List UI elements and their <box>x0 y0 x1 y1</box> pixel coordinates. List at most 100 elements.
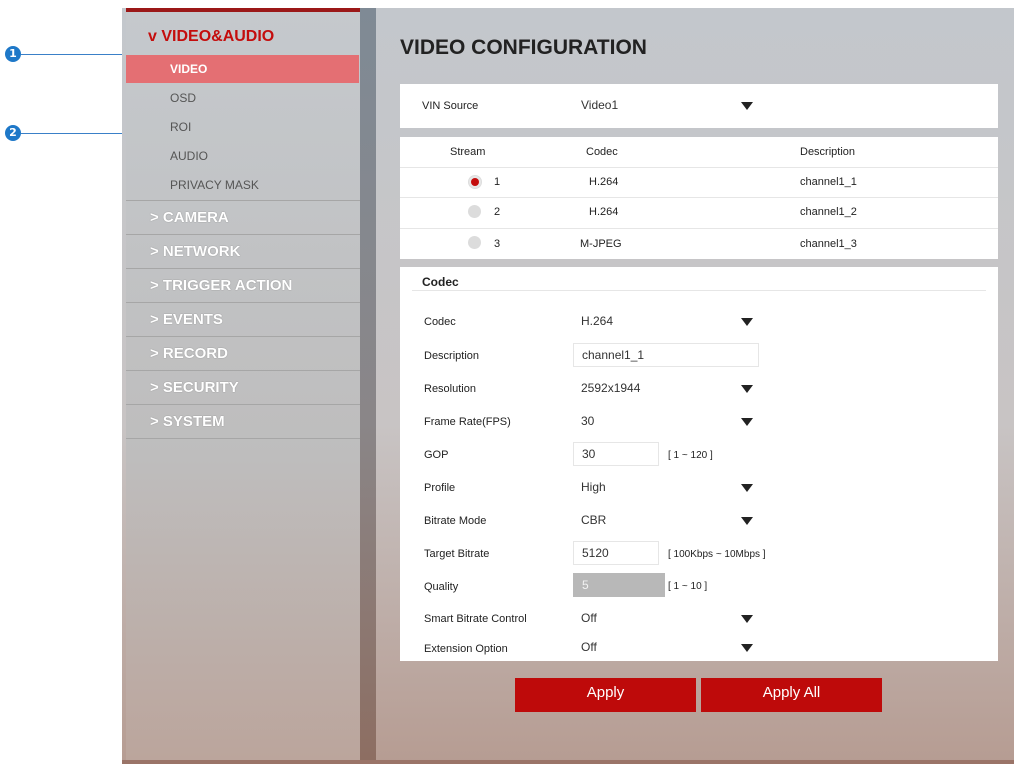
stream-codec: M-JPEG <box>580 238 622 250</box>
profile-label: Profile <box>424 482 456 494</box>
sidebar-item-label: PRIVACY MASK <box>170 178 259 192</box>
sidebar-section-camera[interactable]: > CAMERA <box>126 200 360 234</box>
sidebar-item-osd[interactable]: OSD <box>126 84 359 112</box>
vin-source-select[interactable]: Video1 <box>573 94 759 116</box>
sidebar-section-record[interactable]: > RECORD <box>126 336 360 370</box>
stream-description: channel1_2 <box>800 206 857 218</box>
stream-codec: H.264 <box>589 176 619 188</box>
description-label: Description <box>424 350 480 362</box>
extension-option-label: Extension Option <box>424 643 508 655</box>
target-bitrate-input[interactable]: 5120 <box>573 541 659 565</box>
quality-label: Quality <box>424 581 459 593</box>
quality-input[interactable]: 5 <box>573 573 665 597</box>
resolution-value: 2592x1944 <box>581 381 641 395</box>
stream-radio-3[interactable] <box>468 236 481 249</box>
stream-radio-1[interactable] <box>468 175 482 189</box>
extension-option-value: Off <box>581 640 597 654</box>
stream-codec: H.264 <box>589 206 619 218</box>
sidebar-item-roi[interactable]: ROI <box>126 113 359 141</box>
apply-button[interactable]: Apply <box>515 678 696 712</box>
sidebar-section-security[interactable]: > SECURITY <box>126 370 360 404</box>
description-header: Description <box>800 146 856 158</box>
chevron-down-icon <box>741 517 753 525</box>
sidebar-item-audio[interactable]: AUDIO <box>126 142 359 170</box>
app-window: v VIDEO&AUDIO VIDEO OSD ROI AUDIO PRIVAC… <box>122 8 1014 764</box>
sidebar-item-video[interactable]: VIDEO <box>126 55 359 83</box>
sidebar-section-events[interactable]: > EVENTS <box>126 302 360 336</box>
sidebar-section-label: > NETWORK <box>150 243 241 260</box>
codec-value: H.264 <box>581 314 614 328</box>
sidebar-top-bar <box>126 8 360 12</box>
smart-bitrate-select[interactable]: Off <box>573 607 759 629</box>
sidebar-item-label: ROI <box>170 120 192 134</box>
sidebar-item-label: OSD <box>170 91 197 105</box>
page-title: VIDEO CONFIGURATION <box>400 36 647 59</box>
description-value: channel1_1 <box>582 348 645 362</box>
sidebar-section-label: > EVENTS <box>150 311 223 328</box>
target-bitrate-range: [ 100Kbps ~ 10Mbps ] <box>668 549 766 560</box>
sidebar-section-label: > TRIGGER ACTION <box>150 277 293 294</box>
stream-number: 3 <box>494 238 501 250</box>
stream-description: channel1_3 <box>800 238 857 250</box>
stream-table: Stream Codec Description 1 H.264 channel… <box>400 137 998 259</box>
resolution-select[interactable]: 2592x1944 <box>573 377 759 399</box>
extension-option-select[interactable]: Off <box>573 636 759 658</box>
chevron-down-icon <box>741 318 753 326</box>
sidebar-section-label: > CAMERA <box>150 209 229 226</box>
sidebar-item-label: AUDIO <box>170 149 209 163</box>
gop-label: GOP <box>424 449 449 461</box>
codec-label: Codec <box>424 316 456 328</box>
framerate-label: Frame Rate(FPS) <box>424 416 511 428</box>
chevron-down-icon <box>741 102 753 110</box>
codec-header: Codec <box>586 146 618 158</box>
framerate-value: 30 <box>581 414 595 428</box>
profile-select[interactable]: High <box>573 476 759 498</box>
sidebar-item-label: VIDEO <box>170 62 208 76</box>
stream-header: Stream <box>450 146 486 158</box>
profile-value: High <box>581 480 606 494</box>
chevron-down-icon <box>741 615 753 623</box>
row-separator <box>400 197 998 198</box>
sidebar-item-privacy-mask[interactable]: PRIVACY MASK <box>126 171 359 199</box>
quality-range: [ 1 ~ 10 ] <box>668 581 708 592</box>
smart-bitrate-value: Off <box>581 611 597 625</box>
stream-number: 1 <box>494 176 501 188</box>
description-input[interactable]: channel1_1 <box>573 343 759 367</box>
stream-description: channel1_1 <box>800 176 857 188</box>
sidebar-section-trigger-action[interactable]: > TRIGGER ACTION <box>126 268 360 302</box>
vin-source-panel: VIN Source Video1 <box>400 84 998 128</box>
smart-bitrate-label: Smart Bitrate Control <box>424 613 527 625</box>
vin-source-label: VIN Source <box>422 100 479 112</box>
row-separator <box>400 228 998 229</box>
sidebar-section-system[interactable]: > SYSTEM <box>126 404 360 439</box>
target-bitrate-label: Target Bitrate <box>424 548 490 560</box>
bitrate-mode-value: CBR <box>581 513 607 527</box>
callout-badge-2: 2 <box>5 125 21 141</box>
sidebar-section-label: > SECURITY <box>150 379 239 396</box>
codec-section-header: Codec <box>412 274 986 291</box>
codec-panel: Codec Codec H.264 Description channel1_1… <box>400 267 998 661</box>
target-bitrate-value: 5120 <box>582 546 609 560</box>
chevron-down-icon <box>741 484 753 492</box>
chevron-down-icon <box>741 385 753 393</box>
bottom-bar <box>122 760 1014 764</box>
gop-value: 30 <box>582 447 596 461</box>
chevron-down-icon <box>741 418 753 426</box>
callout-badge-1: 1 <box>5 46 21 62</box>
sidebar: v VIDEO&AUDIO VIDEO OSD ROI AUDIO PRIVAC… <box>126 8 361 760</box>
gop-input[interactable]: 30 <box>573 442 659 466</box>
stream-radio-2[interactable] <box>468 205 481 218</box>
apply-all-button[interactable]: Apply All <box>701 678 882 712</box>
sidebar-head-video-audio[interactable]: v VIDEO&AUDIO <box>148 28 274 46</box>
sidebar-section-label: > RECORD <box>150 345 228 362</box>
sidebar-section-label: > SYSTEM <box>150 413 225 430</box>
codec-section-title: Codec <box>422 275 459 289</box>
bitrate-mode-select[interactable]: CBR <box>573 509 759 531</box>
sidebar-section-network[interactable]: > NETWORK <box>126 234 360 268</box>
row-separator <box>400 167 998 168</box>
quality-value: 5 <box>582 578 589 592</box>
resolution-label: Resolution <box>424 383 476 395</box>
framerate-select[interactable]: 30 <box>573 410 759 432</box>
stream-number: 2 <box>494 206 501 218</box>
codec-select[interactable]: H.264 <box>573 310 759 332</box>
